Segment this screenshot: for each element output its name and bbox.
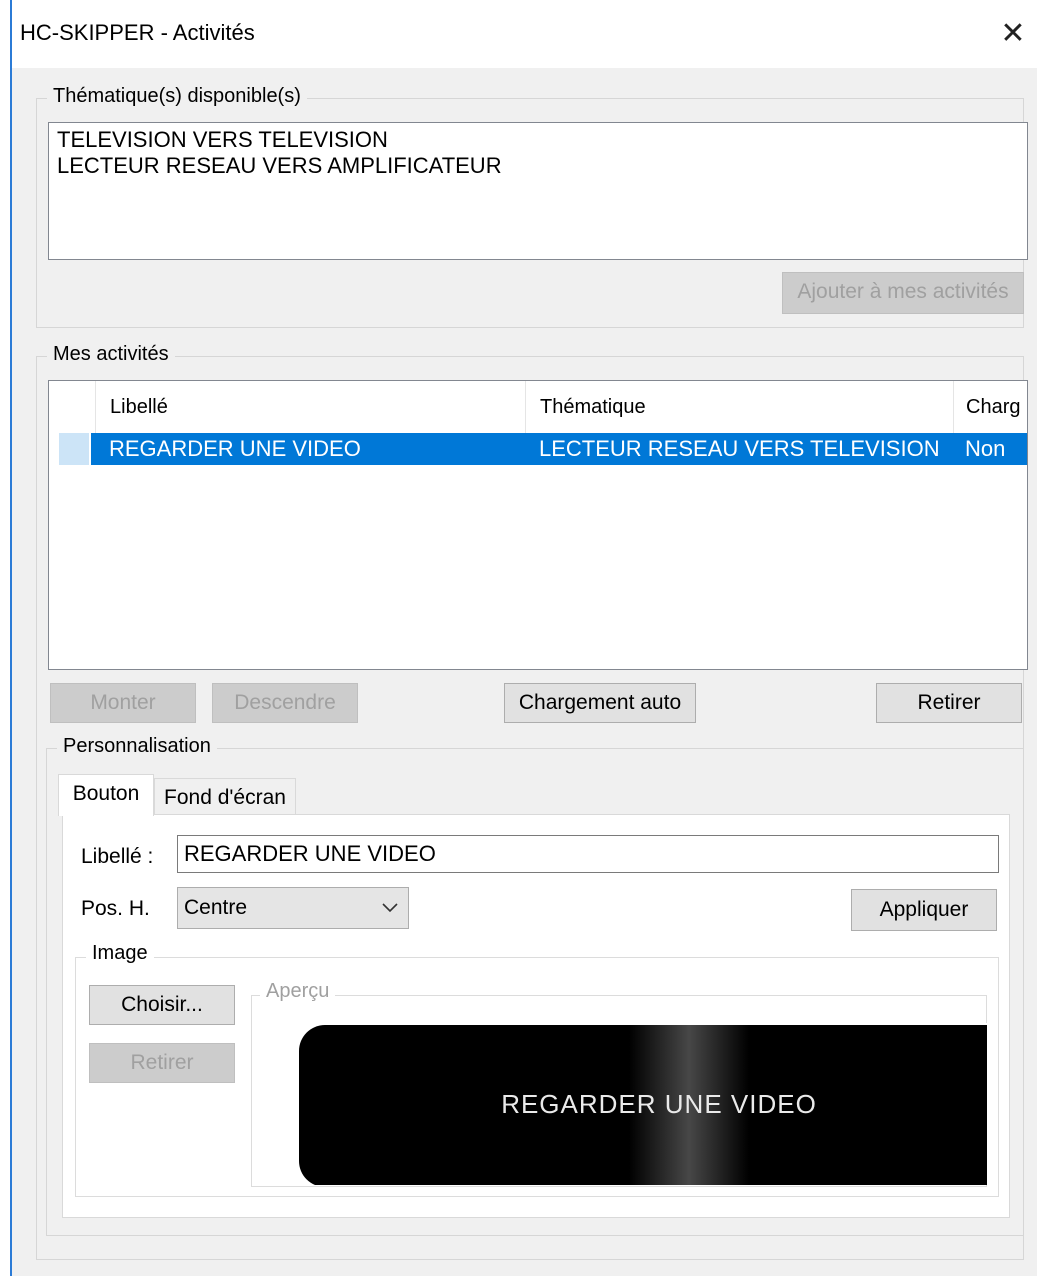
column-header-thematique[interactable]: Thématique bbox=[525, 381, 953, 433]
tab-panel-bouton: Libellé : REGARDER UNE VIDEO Pos. H. Cen… bbox=[62, 814, 1010, 1218]
button-preview: REGARDER UNE VIDEO bbox=[261, 1023, 987, 1185]
libelle-label: Libellé : bbox=[81, 845, 154, 868]
cell-charg: Non bbox=[965, 436, 1006, 461]
close-icon[interactable]: ✕ bbox=[995, 14, 1031, 54]
add-to-activities-button[interactable]: Ajouter à mes activités bbox=[782, 272, 1024, 314]
cell-thematique: LECTEUR RESEAU VERS TELEVISION bbox=[539, 436, 940, 461]
preview-text: REGARDER UNE VIDEO bbox=[501, 1089, 817, 1119]
image-label: Image bbox=[86, 942, 154, 965]
chevron-down-icon bbox=[382, 888, 398, 928]
window-title: HC-SKIPPER - Activités bbox=[20, 20, 255, 45]
available-themes-list[interactable]: TELEVISION VERS TELEVISION LECTEUR RESEA… bbox=[48, 122, 1028, 260]
move-up-button[interactable]: Monter bbox=[50, 683, 196, 723]
column-header-charg[interactable]: Charg bbox=[953, 381, 1027, 433]
preview-label: Aperçu bbox=[260, 980, 336, 1003]
available-themes-label: Thématique(s) disponible(s) bbox=[47, 85, 307, 108]
tab-fond-ecran[interactable]: Fond d'écran bbox=[154, 778, 296, 816]
personalization-label: Personnalisation bbox=[57, 735, 217, 758]
table-row[interactable]: REGARDER UNE VIDEO LECTEUR RESEAU VERS T… bbox=[91, 433, 1027, 465]
auto-load-button[interactable]: Chargement auto bbox=[504, 683, 696, 723]
cell-libelle: REGARDER UNE VIDEO bbox=[109, 436, 361, 461]
column-header-libelle[interactable]: Libellé bbox=[95, 381, 525, 433]
row-selector[interactable] bbox=[59, 433, 89, 465]
activities-listview[interactable]: Libellé Thématique Charg REGARDER UNE VI… bbox=[48, 380, 1028, 670]
list-item[interactable]: LECTEUR RESEAU VERS AMPLIFICATEUR bbox=[49, 153, 1027, 179]
remove-image-button[interactable]: Retirer bbox=[89, 1043, 235, 1083]
move-down-button[interactable]: Descendre bbox=[212, 683, 358, 723]
apply-button[interactable]: Appliquer bbox=[851, 889, 997, 931]
tab-bouton[interactable]: Bouton bbox=[58, 774, 154, 816]
remove-activity-button[interactable]: Retirer bbox=[876, 683, 1022, 723]
posh-label: Pos. H. bbox=[81, 897, 150, 920]
choose-image-button[interactable]: Choisir... bbox=[89, 985, 235, 1025]
libelle-input[interactable]: REGARDER UNE VIDEO bbox=[177, 835, 999, 873]
posh-select[interactable]: Centre bbox=[177, 887, 409, 929]
list-item[interactable]: TELEVISION VERS TELEVISION bbox=[49, 127, 1027, 153]
posh-selected-value: Centre bbox=[184, 896, 248, 919]
activities-window: HC-SKIPPER - Activités ✕ Thématique(s) d… bbox=[10, 0, 1037, 1276]
listview-header: Libellé Thématique Charg bbox=[49, 381, 1027, 433]
my-activities-label: Mes activités bbox=[47, 343, 175, 366]
title-bar: HC-SKIPPER - Activités ✕ bbox=[12, 0, 1037, 68]
preview-button-image: REGARDER UNE VIDEO bbox=[299, 1025, 987, 1185]
